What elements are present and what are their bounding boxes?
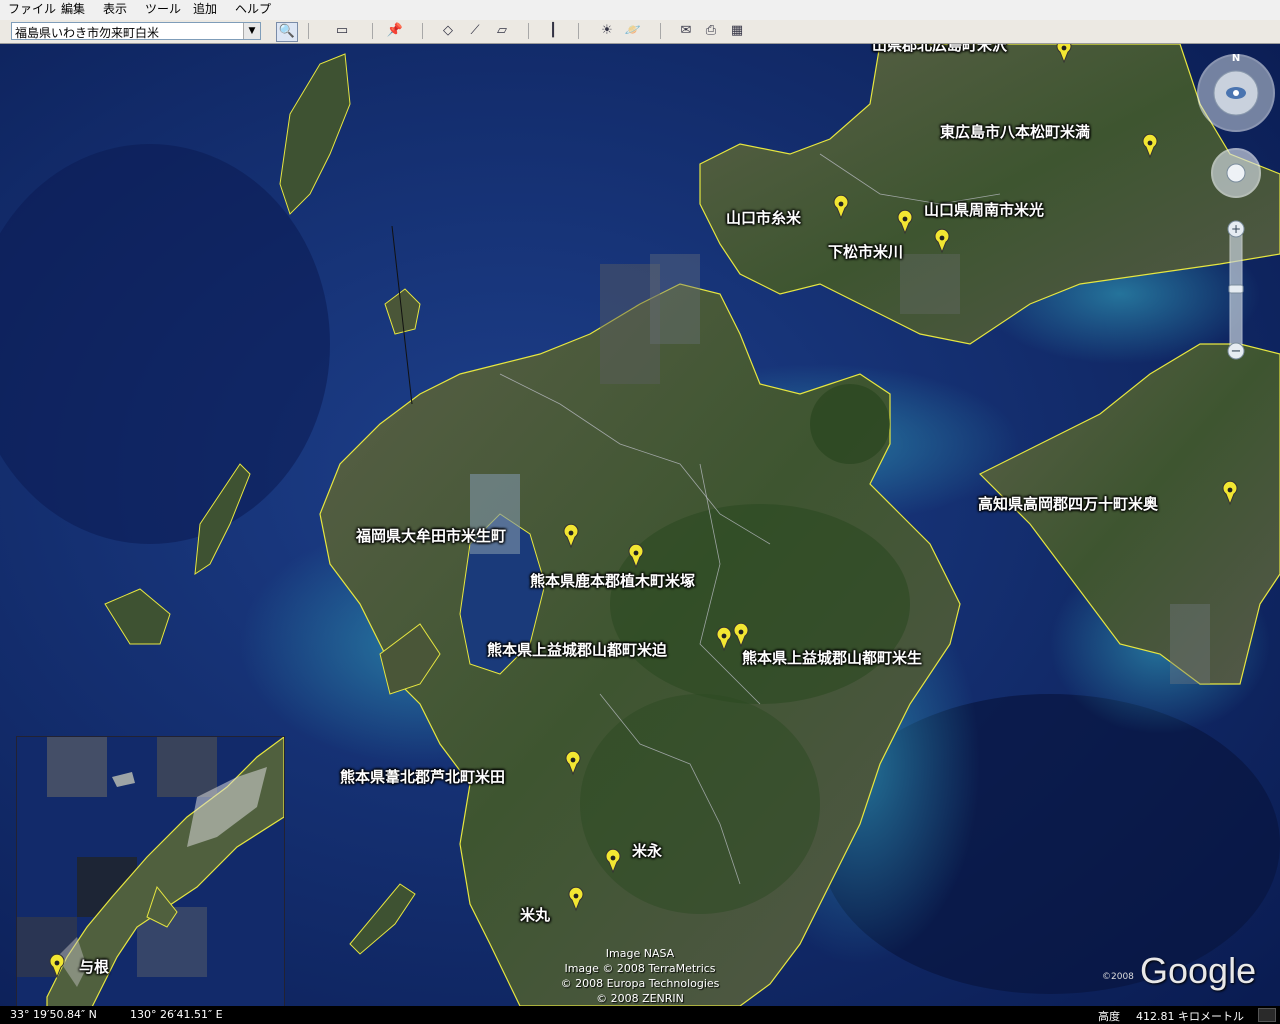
maps-icon[interactable]: ▦ [727, 22, 747, 40]
overview-inset: 与根 [16, 736, 285, 1006]
altitude-label: 高度 [1098, 1010, 1120, 1023]
chevron-down-icon[interactable]: ▼ [243, 23, 260, 39]
placemark-icon[interactable]: 📌 [385, 22, 405, 40]
placemark-label[interactable]: 山口県周南市米光 [924, 199, 1044, 220]
menu-tools[interactable]: ツール [141, 0, 185, 20]
email-icon[interactable]: ✉ [676, 22, 696, 40]
placemark-label[interactable]: 下松市米川 [828, 241, 903, 262]
attribution-line: © 2008 ZENRIN [596, 992, 684, 1005]
placemark-pin-icon[interactable] [568, 886, 584, 911]
placemark-label[interactable]: 山口市糸米 [726, 207, 801, 228]
placemark-label[interactable]: 米丸 [520, 904, 550, 925]
placemark-pin-icon[interactable] [897, 209, 913, 234]
svg-text:−: − [1231, 344, 1242, 359]
placemark-label[interactable]: 与根 [79, 956, 109, 977]
streaming-indicator-icon [1258, 1008, 1276, 1022]
placemark-label[interactable]: 熊本県葦北郡芦北町米田 [340, 766, 505, 787]
placemark-pin-icon[interactable] [934, 228, 950, 253]
placemark-pin-icon[interactable] [565, 750, 581, 775]
search-icon[interactable]: 🔍 [276, 22, 298, 42]
placemark-pin-icon[interactable] [833, 194, 849, 219]
placemark-pin-icon[interactable] [1142, 133, 1158, 158]
logo-year: ©2008 [1102, 972, 1134, 982]
altitude-value: 412.81 キロメートル [1136, 1010, 1244, 1023]
menu-bar: ファイル 編集 表示 ツール 追加 ヘルプ [0, 0, 1280, 21]
attribution-line: Image NASA [605, 947, 675, 960]
menu-help[interactable]: ヘルプ [231, 0, 275, 20]
inset-imagery [17, 737, 284, 1006]
placemark-label[interactable]: 熊本県上益城郡山都町米生 [742, 647, 922, 668]
menu-add[interactable]: 追加 [189, 0, 221, 20]
search-value: 福島県いわき市勿来町白米 [15, 26, 160, 40]
attribution-line: © 2008 Europa Technologies [560, 977, 720, 990]
placemark-pin-icon[interactable] [628, 543, 644, 568]
placemark-label[interactable]: 熊本県上益城郡山都町米迫 [487, 639, 667, 660]
sun-icon[interactable]: ☀ [597, 22, 617, 40]
placemark-pin-icon[interactable] [733, 622, 749, 647]
placemark-pin-icon[interactable] [716, 626, 732, 651]
search-input[interactable]: 福島県いわき市勿来町白米 ▼ [11, 22, 261, 40]
north-indicator[interactable]: N [1232, 53, 1240, 64]
placemark-pin-icon[interactable] [1222, 480, 1238, 505]
latitude-readout: 33° 19′50.84″ N [10, 1008, 97, 1021]
longitude-readout: 130° 26′41.51″ E [130, 1008, 223, 1021]
attribution-line: Image © 2008 TerraMetrics [564, 962, 716, 975]
placemark-label[interactable]: 山県郡北広島町米沢 [872, 44, 1007, 55]
placemark-label[interactable]: 東広島市八本松町米満 [940, 121, 1090, 142]
toolbar-divider [422, 23, 423, 39]
placemark-label[interactable]: 熊本県鹿本郡植木町米塚 [530, 570, 695, 591]
map-view[interactable]: 山口市糸米 山口県周南市米光 下松市米川 東広島市八本松町米満 高知県高岡郡四万… [0, 44, 1280, 1006]
zoom-handle[interactable] [1228, 284, 1244, 294]
placemark-pin-icon[interactable] [605, 848, 621, 873]
navigation-controls: N + − [1197, 53, 1275, 360]
toolbar-divider [528, 23, 529, 39]
print-icon[interactable]: ⎙ [701, 22, 721, 40]
google-logo: Google [1140, 950, 1257, 991]
toolbar-divider [308, 23, 309, 39]
toolbar-divider [660, 23, 661, 39]
placemark-pin-icon[interactable] [1056, 44, 1072, 63]
imagery-attribution: Image NASA Image © 2008 TerraMetrics © 2… [540, 946, 740, 1006]
status-bar: 33° 19′50.84″ N 130° 26′41.51″ E 高度 412.… [0, 1006, 1280, 1024]
toolbar-divider [372, 23, 373, 39]
eye-highlight [1233, 90, 1239, 96]
svg-text:+: + [1231, 222, 1241, 236]
menu-edit[interactable]: 編集 [57, 0, 89, 20]
ruler-icon[interactable]: ┃ [543, 22, 563, 40]
polygon-icon[interactable]: ◇ [438, 22, 458, 40]
planet-icon[interactable]: 🪐 [623, 22, 643, 40]
toolbar: 福島県いわき市勿来町白米 ▼ 🔍 ▭ 📌 ◇ ⟋ ▱ ┃ ☀ 🪐 ✉ ⎙ ▦ [0, 20, 1280, 44]
menu-view[interactable]: 表示 [99, 0, 131, 20]
menu-file[interactable]: ファイル [4, 0, 60, 20]
placemark-label[interactable]: 福岡県大牟田市米生町 [356, 525, 506, 546]
placemark-pin-icon[interactable] [563, 523, 579, 548]
sidebar-icon[interactable]: ▭ [332, 22, 352, 40]
placemark-label[interactable]: 米永 [632, 840, 662, 861]
placemark-label[interactable]: 高知県高岡郡四万十町米奥 [978, 493, 1158, 514]
overlay-icon[interactable]: ▱ [492, 22, 512, 40]
hand-icon[interactable] [1226, 163, 1246, 183]
path-icon[interactable]: ⟋ [465, 22, 485, 40]
toolbar-divider [578, 23, 579, 39]
